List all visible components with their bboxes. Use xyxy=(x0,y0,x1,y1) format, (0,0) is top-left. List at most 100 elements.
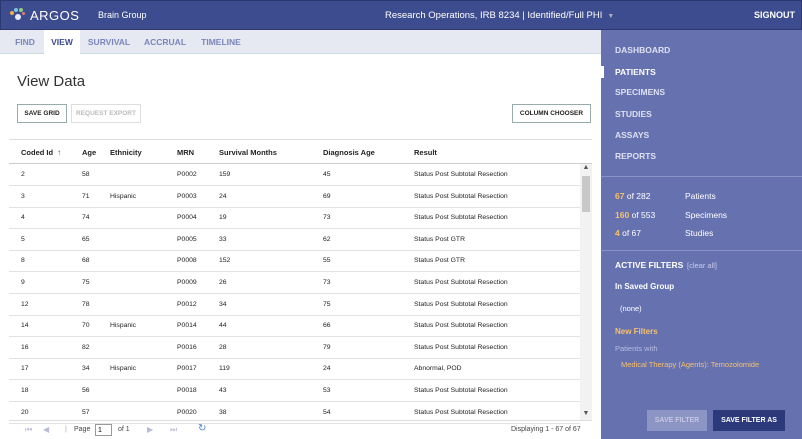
column-chooser-button[interactable]: COLUMN CHOOSER xyxy=(512,104,591,123)
cell-result: Status Post Subtotal Resection xyxy=(414,214,508,222)
next-page-icon[interactable]: ▶ xyxy=(147,425,153,434)
page-count-label: of 1 xyxy=(118,426,130,433)
cell-result: Status Post Subtotal Resection xyxy=(414,279,508,286)
nav-dashboard[interactable]: DASHBOARD xyxy=(615,45,670,55)
cell-result: Status Post GTR xyxy=(414,235,465,243)
table-row[interactable]: 12 78 P0012 34 75 Status Post Subtotal Resect… xyxy=(9,294,580,316)
request-export-button[interactable]: REQUEST EXPORT xyxy=(71,104,141,123)
filter-item[interactable]: Medical Therapy (Agents): Temozolomide xyxy=(621,360,759,369)
cell-survival-months: 24 xyxy=(219,192,227,200)
save-filter-button[interactable]: SAVE FILTER xyxy=(647,410,707,431)
table-row[interactable]: 3 71 Hispanic P0003 24 69 Status Post Subtotal… xyxy=(9,186,580,208)
cell-diagnosis-age: 73 xyxy=(323,214,331,222)
cell-survival-months: 33 xyxy=(219,235,227,243)
tab-bar: FIND VIEW SURVIVAL ACCRUAL TIMELINE xyxy=(0,30,601,55)
cell-diagnosis-age: 62 xyxy=(323,235,331,243)
cell-result: Abnormal, POD xyxy=(414,365,462,373)
cell-diagnosis-age: 66 xyxy=(323,322,331,330)
column-header-diagnosis-age[interactable]: Diagnosis Age xyxy=(323,148,375,157)
scroll-thumb[interactable] xyxy=(582,176,590,212)
cell-coded-id: 16 xyxy=(21,343,29,351)
table-row[interactable]: 14 70 Hispanic P0014 44 66 Status Post Subtota… xyxy=(9,315,580,338)
divider xyxy=(601,176,802,177)
cell-result: Status Post Subtotal Resection xyxy=(414,192,508,200)
refresh-icon[interactable]: ↻ xyxy=(198,423,206,434)
cell-coded-id: 20 xyxy=(21,408,29,416)
column-header-survival-months[interactable]: Survival Months xyxy=(219,148,277,157)
nav-assays[interactable]: ASSAYS xyxy=(615,130,649,140)
save-filter-as-button[interactable]: SAVE FILTER AS xyxy=(713,410,785,431)
patients-count-num: 67 xyxy=(615,191,625,201)
cell-result: Status Post Subtotal Resection xyxy=(414,171,508,178)
column-header-coded-id[interactable]: Coded Id ↑ xyxy=(21,148,61,157)
specimens-count-total: of 553 xyxy=(631,210,656,220)
studies-count-num: 4 xyxy=(615,228,620,238)
active-filters-heading: ACTIVE FILTERS xyxy=(615,260,684,270)
new-filters-heading: New Filters xyxy=(615,327,658,336)
table-row[interactable]: 16 82 P0016 28 79 Status Post Subtotal Resect… xyxy=(9,337,580,359)
tab-find[interactable]: FIND xyxy=(9,30,41,54)
cell-diagnosis-age: 73 xyxy=(323,279,331,286)
cell-result: Status Post Subtotal Resection xyxy=(414,387,508,394)
cell-result: Status Post Subtotal Resection xyxy=(414,408,508,416)
patients-count-label: Patients xyxy=(685,191,716,201)
clear-all-link[interactable]: [clear all] xyxy=(687,261,717,270)
prev-page-icon[interactable]: ◀ xyxy=(43,425,49,434)
cell-result: Status Post GTR xyxy=(414,257,465,265)
cell-age: 56 xyxy=(82,387,90,394)
nav-specimens[interactable]: SPECIMENS xyxy=(615,87,665,97)
table-row[interactable]: 8 68 P0008 152 55 Status Post GTR xyxy=(9,250,580,273)
top-bar: ARGOS Brain Group Research Operations, I… xyxy=(0,0,802,30)
table-row[interactable]: 2 58 P0002 159 45 Status Post Subtotal Resect… xyxy=(9,164,580,186)
page-label: Page xyxy=(74,426,91,433)
tab-survival[interactable]: SURVIVAL xyxy=(84,30,134,54)
cell-age: 57 xyxy=(82,408,90,416)
scroll-down-icon[interactable]: ▼ xyxy=(580,410,592,420)
table-row[interactable]: 17 34 Hispanic P0017 119 24 Abnormal, POD xyxy=(9,358,580,381)
studies-count-total: of 67 xyxy=(622,228,642,238)
cell-coded-id: 4 xyxy=(21,214,25,222)
nav-reports[interactable]: REPORTS xyxy=(615,151,656,161)
cell-age: 75 xyxy=(82,279,90,286)
nav-studies[interactable]: STUDIES xyxy=(615,109,652,119)
column-header-result[interactable]: Result xyxy=(414,148,437,157)
app-name: ARGOS xyxy=(30,7,80,23)
cell-survival-months: 26 xyxy=(219,279,227,286)
table-row[interactable]: 18 56 P0018 43 53 Status Post Subtotal Resect… xyxy=(9,380,580,402)
specimens-count-num: 160 xyxy=(615,210,630,220)
context-selector[interactable]: Research Operations, IRB 8234 | Identifi… xyxy=(385,10,614,21)
cell-age: 78 xyxy=(82,300,90,308)
cell-age: 58 xyxy=(82,171,90,178)
nav-patients[interactable]: PATIENTS xyxy=(615,67,656,77)
cell-mrn: P0004 xyxy=(177,214,197,222)
cell-coded-id: 3 xyxy=(21,192,25,200)
cell-coded-id: 5 xyxy=(21,235,25,243)
sidebar: DASHBOARD PATIENTS SPECIMENS STUDIES ASS… xyxy=(601,30,802,439)
logo[interactable]: ARGOS xyxy=(10,8,98,23)
column-header-mrn[interactable]: MRN xyxy=(177,148,194,157)
tab-timeline[interactable]: TIMELINE xyxy=(196,30,246,54)
cell-mrn: P0005 xyxy=(177,235,197,243)
last-page-icon[interactable]: ⏭ xyxy=(170,425,177,435)
scroll-up-icon[interactable]: ▲ xyxy=(580,164,592,174)
column-header-ethnicity[interactable]: Ethnicity xyxy=(110,148,142,157)
table-row[interactable]: 4 74 P0004 19 73 Status Post Subtotal Resecti… xyxy=(9,207,580,230)
cell-coded-id: 2 xyxy=(21,171,25,178)
paw-logo-icon xyxy=(10,8,25,22)
divider xyxy=(601,250,802,251)
tab-accrual[interactable]: ACCRUAL xyxy=(140,30,190,54)
page-number-input[interactable] xyxy=(95,424,112,436)
cell-mrn: P0017 xyxy=(177,365,197,373)
save-grid-button[interactable]: SAVE GRID xyxy=(17,104,67,123)
cell-mrn: P0008 xyxy=(177,257,197,265)
column-header-age[interactable]: Age xyxy=(82,148,96,157)
signout-link[interactable]: SIGNOUT xyxy=(754,10,795,20)
table-row[interactable]: 5 65 P0005 33 62 Status Post GTR xyxy=(9,229,580,251)
cell-diagnosis-age: 53 xyxy=(323,387,331,394)
cell-mrn: P0009 xyxy=(177,279,197,286)
table-row[interactable]: 9 75 P0009 26 73 Status Post Subtotal Resecti… xyxy=(9,272,580,294)
first-page-icon[interactable]: ⏮ xyxy=(25,425,32,435)
cell-mrn: P0014 xyxy=(177,322,197,330)
tab-view[interactable]: VIEW xyxy=(44,30,80,55)
grid-scrollbar[interactable]: ▲ ▼ xyxy=(580,164,592,420)
